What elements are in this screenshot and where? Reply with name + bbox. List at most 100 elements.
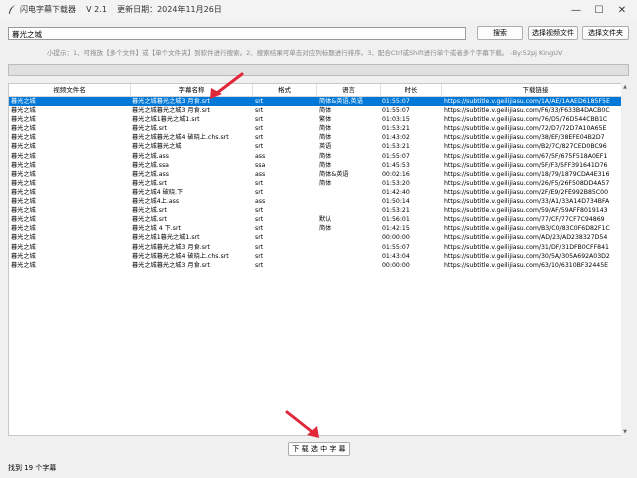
table-row[interactable]: 暮光之城 暮光之城暮光之城4 破晓上.chs.srt srt 简体 01:43:02 ht… <box>9 133 628 142</box>
cell-subtitle-name: 暮光之城4 破晓.下 <box>132 188 184 196</box>
cell-duration: 01:03:15 <box>382 116 410 124</box>
select-folder-button[interactable]: 选择文件夹 <box>582 26 629 40</box>
cell-download-link: https://subtitle.v.geilijiasu.com/B2/7C/… <box>444 143 607 151</box>
download-selected-button[interactable]: 下 载 选 中 字 幕 <box>288 442 350 456</box>
cell-format: srt <box>255 243 264 251</box>
scroll-up-icon[interactable]: ▲ <box>621 83 629 91</box>
minimize-icon[interactable]: — <box>568 3 584 17</box>
column-header-video-name[interactable]: 视频文件名 <box>9 84 131 96</box>
cell-format: ass <box>255 170 266 178</box>
table-row[interactable]: 暮光之城 暮光之城.srt srt 简体 01:53:20 https://subtitl… <box>9 179 628 188</box>
table-row[interactable]: 暮光之城 暮光之城.ssa ssa 简体 01:45:53 https://subtitl… <box>9 161 628 170</box>
table-row[interactable]: 暮光之城 暮光之城暮光之城3 月食.srt srt 简体&英语,英语 01:55:07 h… <box>9 97 628 107</box>
cell-download-link: https://subtitle.v.geilijiasu.com/F6/33/… <box>444 107 610 115</box>
red-arrow-icon <box>285 410 319 438</box>
cell-duration: 00:02:16 <box>382 170 410 178</box>
window-title: 闪电字幕下载器 V 2.1 更新日期：2024年11月26日 <box>20 5 222 14</box>
cell-format: ass <box>255 198 266 206</box>
table-row[interactable]: 暮光之城 暮光之城.srt srt 默认 01:56:01 https://subtitl… <box>9 215 628 224</box>
cell-format: srt <box>255 143 264 151</box>
table-row[interactable]: 暮光之城 暮光之城4上.ass ass 01:50:14 https://subtitl… <box>9 197 628 206</box>
cell-download-link: https://subtitle.v.geilijiasu.com/38/EF/… <box>444 134 605 142</box>
cell-subtitle-name: 暮光之城暮光之城4 破晓上.chs.srt <box>132 252 229 260</box>
cell-language: 简体 <box>319 179 332 187</box>
maximize-icon[interactable]: ☐ <box>591 3 607 17</box>
cell-language: 繁体 <box>319 116 332 124</box>
cell-video-name: 暮光之城 <box>11 134 36 142</box>
cell-video-name: 暮光之城 <box>11 216 36 224</box>
cell-format: ssa <box>255 161 266 169</box>
cell-subtitle-name: 暮光之城暮光之城3 月食.srt <box>132 107 210 115</box>
cell-language <box>319 233 381 242</box>
table-row[interactable]: 暮光之城 暮光之城.ass ass 简体&英语 00:02:16 https://subt… <box>9 170 628 179</box>
table-row[interactable]: 暮光之城 暮光之城.srt srt 01:53:21 https://subtitle.… <box>9 206 628 215</box>
table-row[interactable]: 暮光之城 暮光之城.srt srt 简体 01:53:21 https://subtitl… <box>9 124 628 133</box>
table-row[interactable]: 暮光之城 暮光之城 4 下.srt srt 简体 01:42:15 https://sub… <box>9 224 628 233</box>
cell-format: srt <box>255 261 264 269</box>
cell-language: 简体 <box>319 225 332 233</box>
table-row[interactable]: 暮光之城 暮光之城4 破晓.下 srt 01:42:40 https://subtitl… <box>9 188 628 197</box>
cell-subtitle-name: 暮光之城.ass <box>132 170 169 178</box>
table-row[interactable]: 暮光之城 暮光之城1暮光之城1.srt srt 繁体 01:03:15 https://s… <box>9 115 628 124</box>
cell-format: srt <box>255 188 264 196</box>
cell-download-link: https://subtitle.v.geilijiasu.com/77/CF/… <box>444 216 605 224</box>
cell-language <box>319 243 381 252</box>
table-row[interactable]: 暮光之城 暮光之城暮光之城3 月食.srt srt 简体 01:55:07 https:/… <box>9 106 628 115</box>
vertical-scrollbar[interactable]: ▲ ▼ <box>621 83 629 436</box>
cell-video-name: 暮光之城 <box>11 225 36 233</box>
table-row[interactable]: 暮光之城 暮光之城暮光之城3 月食.srt srt 00:00:00 https://s… <box>9 261 628 270</box>
progress-bar <box>8 64 629 76</box>
column-header-language[interactable]: 语言 <box>317 84 381 96</box>
cell-language <box>319 261 381 270</box>
table-row[interactable]: 暮光之城 暮光之城1暮光之城1.srt srt 00:00:00 https://sub… <box>9 233 628 242</box>
search-input[interactable]: 暮光之城 <box>8 27 466 40</box>
cell-subtitle-name: 暮光之城4上.ass <box>132 198 180 206</box>
table-header: 视频文件名 字幕名称 格式 语言 时长 下载链接 <box>9 84 628 97</box>
cell-format: srt <box>255 234 264 242</box>
cell-video-name: 暮光之城 <box>11 143 36 151</box>
cell-language: 英语 <box>319 143 332 151</box>
table-row[interactable]: 暮光之城 暮光之城暮光之城4 破晓上.chs.srt srt 01:43:04 http… <box>9 252 628 261</box>
cell-video-name: 暮光之城 <box>11 179 36 187</box>
cell-format: srt <box>255 252 264 260</box>
feather-icon <box>9 5 15 14</box>
cell-format: srt <box>255 179 264 187</box>
table-row[interactable]: 暮光之城 暮光之城.ass ass 简体 01:55:07 https://subtitl… <box>9 152 628 161</box>
cell-video-name: 暮光之城 <box>11 207 36 215</box>
cell-video-name: 暮光之城 <box>11 243 36 251</box>
cell-duration: 01:55:07 <box>382 243 410 251</box>
column-header-download-link[interactable]: 下载链接 <box>442 84 628 96</box>
cell-video-name: 暮光之城 <box>11 125 36 133</box>
column-header-format[interactable]: 格式 <box>253 84 317 96</box>
cell-subtitle-name: 暮光之城1暮光之城1.srt <box>132 116 200 124</box>
cell-download-link: https://subtitle.v.geilijiasu.com/2F/E9/… <box>444 188 609 196</box>
cell-language <box>319 197 381 206</box>
cell-subtitle-name: 暮光之城暮光之城 <box>132 143 182 151</box>
cell-subtitle-name: 暮光之城.srt <box>132 125 167 133</box>
cell-subtitle-name: 暮光之城.ass <box>132 152 169 160</box>
cell-download-link: https://subtitle.v.geilijiasu.com/31/DF/… <box>444 243 609 251</box>
red-arrow-icon <box>210 72 244 99</box>
cell-subtitle-name: 暮光之城 4 下.srt <box>132 225 181 233</box>
cell-duration: 01:53:20 <box>382 179 410 187</box>
cell-video-name: 暮光之城 <box>11 107 36 115</box>
scroll-down-icon[interactable]: ▼ <box>621 428 629 436</box>
cell-subtitle-name: 暮光之城暮光之城4 破晓上.chs.srt <box>132 134 229 142</box>
cell-video-name: 暮光之城 <box>11 261 36 269</box>
close-icon[interactable]: ✕ <box>614 3 630 17</box>
select-video-file-button[interactable]: 选择视频文件 <box>528 26 578 40</box>
cell-download-link: https://subtitle.v.geilijiasu.com/63/10/… <box>444 261 609 269</box>
cell-duration: 01:53:21 <box>382 125 410 133</box>
cell-download-link: https://subtitle.v.geilijiasu.com/67/5F/… <box>444 152 608 160</box>
cell-video-name: 暮光之城 <box>11 116 36 124</box>
cell-download-link: https://subtitle.v.geilijiasu.com/AD/23/… <box>444 234 608 242</box>
table-row[interactable]: 暮光之城 暮光之城暮光之城3 月食.srt srt 01:55:07 https://s… <box>9 243 628 252</box>
status-text: 找到 19 个字幕 <box>8 464 57 472</box>
cell-format: srt <box>255 207 264 215</box>
cell-duration: 00:00:00 <box>382 234 410 242</box>
cell-video-name: 暮光之城 <box>11 161 36 169</box>
cell-video-name: 暮光之城 <box>11 252 36 260</box>
search-button[interactable]: 搜索 <box>477 26 523 40</box>
table-row[interactable]: 暮光之城 暮光之城暮光之城 srt 英语 01:53:21 https://subtitl… <box>9 142 628 151</box>
column-header-duration[interactable]: 时长 <box>381 84 442 96</box>
